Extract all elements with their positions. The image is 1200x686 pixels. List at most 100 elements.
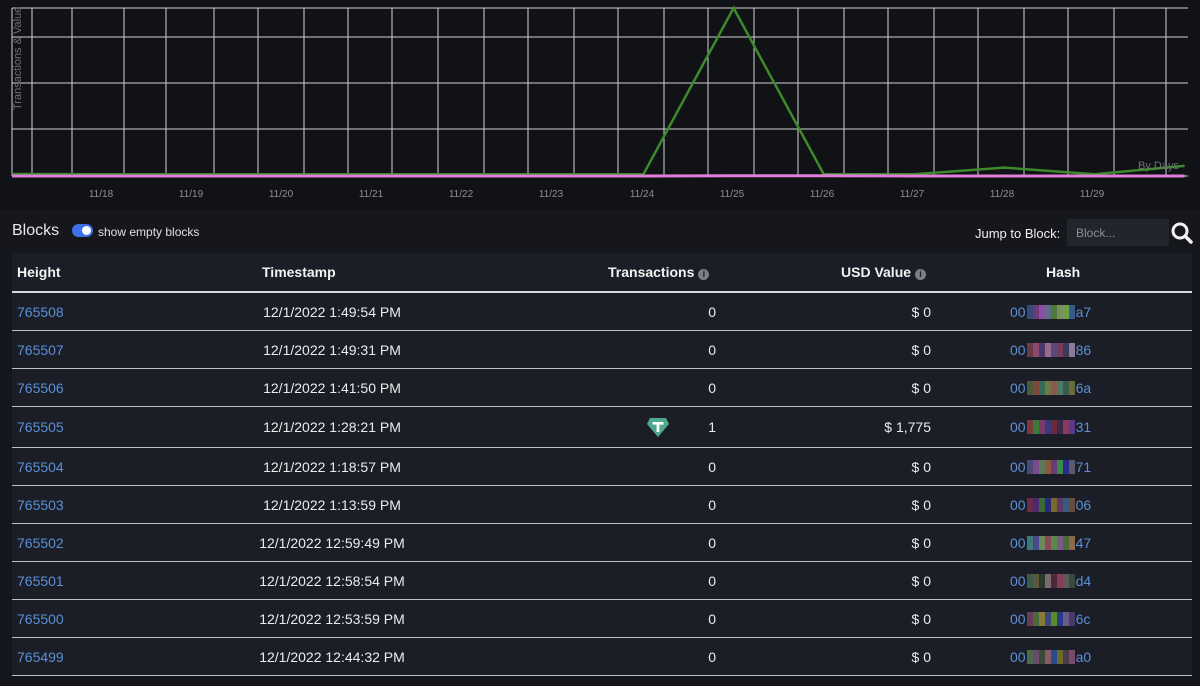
- chart-period-label: By Days: [1138, 160, 1179, 172]
- hash-start: 00: [1010, 458, 1026, 475]
- show-empty-blocks-label[interactable]: show empty blocks: [98, 225, 199, 239]
- table-header: Height Timestamp Transactions i USD Value…: [12, 253, 1192, 293]
- hash-redacted: [1026, 342, 1075, 357]
- search-button[interactable]: [1170, 220, 1194, 246]
- table-row: 765502 12/1/2022 12:59:49 PM 0 $ 0 00 47: [12, 524, 1192, 562]
- hash-end: a7: [1075, 303, 1092, 320]
- table-row: 765499 12/1/2022 12:44:32 PM 0 $ 0 00 a0: [12, 638, 1192, 676]
- block-height-link[interactable]: 765507: [17, 342, 64, 358]
- hash-end: 06: [1075, 496, 1092, 513]
- block-usd-value: $ 1,775: [884, 419, 931, 435]
- block-usd-value: $ 0: [911, 648, 931, 665]
- hash-redacted: [1026, 420, 1075, 434]
- hash-redacted: [1026, 459, 1075, 474]
- hash-start: 00: [1010, 610, 1026, 627]
- block-transactions: 0: [708, 610, 716, 627]
- header-height[interactable]: Height: [17, 264, 61, 280]
- hash-start: 00: [1010, 572, 1026, 589]
- block-hash-link[interactable]: 00 6c: [1010, 611, 1090, 627]
- block-usd-value: $ 0: [911, 379, 931, 396]
- hash-end: 71: [1075, 458, 1092, 475]
- jump-to-block-input[interactable]: [1067, 219, 1169, 246]
- hash-start: 00: [1010, 419, 1026, 435]
- block-hash-link[interactable]: 00 47: [1010, 535, 1091, 551]
- hash-redacted: [1026, 304, 1075, 319]
- search-icon: [1171, 222, 1193, 244]
- block-height-link[interactable]: 765504: [17, 459, 64, 475]
- block-transactions: 0: [708, 341, 716, 358]
- block-transactions: 0: [708, 534, 716, 551]
- chart-x-tick-label: 11/22: [449, 189, 474, 200]
- toggle-knob: [82, 226, 91, 235]
- block-hash-link[interactable]: 00 a7: [1010, 304, 1091, 320]
- table-row: 765506 12/1/2022 1:41:50 PM 0 $ 0 00 6a: [12, 369, 1192, 407]
- table-body: 765508 12/1/2022 1:49:54 PM 0 $ 0 00 a7 765507…: [12, 293, 1192, 676]
- block-timestamp: 12/1/2022 1:28:21 PM: [263, 419, 401, 435]
- block-usd-value: $ 0: [911, 572, 931, 589]
- block-hash-link[interactable]: 00 86: [1010, 342, 1091, 358]
- block-height-link[interactable]: 765500: [17, 611, 64, 627]
- hash-start: 00: [1010, 648, 1026, 665]
- hash-redacted: [1026, 611, 1075, 626]
- hash-start: 00: [1010, 379, 1026, 396]
- hash-end: d4: [1075, 572, 1092, 589]
- block-timestamp: 12/1/2022 1:18:57 PM: [263, 458, 401, 475]
- chart-x-tick-label: 11/28: [990, 189, 1015, 200]
- blocks-table: Height Timestamp Transactions i USD Value…: [12, 253, 1192, 676]
- chart-x-tick-label: 11/24: [630, 189, 655, 200]
- block-transactions: 1: [708, 419, 716, 435]
- header-hash[interactable]: Hash: [1046, 264, 1080, 280]
- hash-end: a0: [1075, 648, 1092, 665]
- hash-end: 47: [1075, 534, 1092, 551]
- hash-end: 6c: [1075, 610, 1091, 627]
- hash-end: 86: [1075, 341, 1092, 358]
- block-height-link[interactable]: 765501: [17, 573, 64, 589]
- hash-start: 00: [1010, 341, 1026, 358]
- chart-x-tick-label: 11/25: [720, 189, 745, 200]
- chart-x-tick-label: 11/21: [359, 189, 384, 200]
- block-usd-value: $ 0: [911, 303, 931, 320]
- hash-end: 6a: [1075, 379, 1092, 396]
- block-height-link[interactable]: 765503: [17, 497, 64, 513]
- show-empty-blocks-toggle[interactable]: [72, 224, 93, 237]
- table-row: 765508 12/1/2022 1:49:54 PM 0 $ 0 00 a7: [12, 293, 1192, 331]
- hash-redacted: [1026, 380, 1075, 395]
- block-hash-link[interactable]: 00 31: [1010, 419, 1091, 435]
- block-hash-link[interactable]: 00 71: [1010, 459, 1091, 475]
- block-timestamp: 12/1/2022 12:44:32 PM: [259, 648, 405, 665]
- hash-start: 00: [1010, 534, 1026, 551]
- block-transactions: 0: [708, 496, 716, 513]
- table-row: 765507 12/1/2022 1:49:31 PM 0 $ 0 00 86: [12, 331, 1192, 369]
- info-icon[interactable]: i: [698, 269, 710, 280]
- block-height-link[interactable]: 765505: [17, 419, 64, 435]
- table-row: 765500 12/1/2022 12:53:59 PM 0 $ 0 00 6c: [12, 600, 1192, 638]
- header-transactions[interactable]: Transactions i: [608, 264, 710, 280]
- block-hash-link[interactable]: 00 d4: [1010, 573, 1091, 589]
- block-timestamp: 12/1/2022 12:53:59 PM: [259, 610, 405, 627]
- info-icon[interactable]: i: [915, 269, 927, 280]
- block-height-link[interactable]: 765502: [17, 535, 64, 551]
- header-timestamp[interactable]: Timestamp: [262, 264, 336, 280]
- block-timestamp: 12/1/2022 1:13:59 PM: [263, 496, 401, 513]
- block-hash-link[interactable]: 00 a0: [1010, 649, 1091, 665]
- table-row: 765501 12/1/2022 12:58:54 PM 0 $ 0 00 d4: [12, 562, 1192, 600]
- header-usd-value[interactable]: USD Value i: [841, 264, 927, 280]
- block-usd-value: $ 0: [911, 458, 931, 475]
- hash-start: 00: [1010, 303, 1026, 320]
- tether-icon: [647, 418, 669, 437]
- chart-svg: 11/18 11/19 11/20 11/21 11/22 11/23 11/24 11/25…: [11, 5, 1188, 200]
- block-height-link[interactable]: 765508: [17, 304, 64, 320]
- chart-x-tick-label: 11/19: [179, 189, 204, 200]
- chart-x-tick-label: 11/26: [810, 189, 835, 200]
- chart-x-tick-label: 11/27: [900, 189, 925, 200]
- block-transactions: 0: [708, 303, 716, 320]
- hash-end: 31: [1075, 419, 1092, 435]
- block-hash-link[interactable]: 00 06: [1010, 497, 1091, 513]
- block-transactions: 0: [708, 572, 716, 589]
- block-hash-link[interactable]: 00 6a: [1010, 380, 1091, 396]
- hash-redacted: [1026, 535, 1075, 550]
- block-height-link[interactable]: 765506: [17, 380, 64, 396]
- block-height-link[interactable]: 765499: [17, 649, 64, 665]
- chart-series-line-1: [11, 5, 1185, 176]
- block-timestamp: 12/1/2022 1:49:31 PM: [263, 341, 401, 358]
